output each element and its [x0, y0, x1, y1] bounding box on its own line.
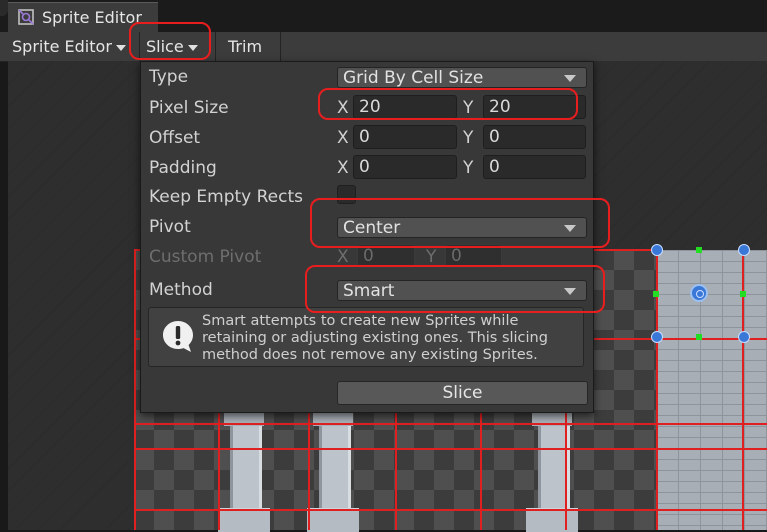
type-value: Grid By Cell Size [343, 68, 484, 88]
sprite-rect-outline [134, 423, 767, 425]
highlight-pixel-size [318, 88, 578, 120]
pillar-base [218, 508, 270, 532]
padding-x-label: X [337, 158, 349, 178]
toolbar-divider [280, 32, 281, 61]
offset-x-label: X [337, 128, 349, 148]
edge-handle[interactable] [696, 334, 702, 340]
type-label: Type [149, 67, 189, 87]
padding-y-input[interactable]: 0 [483, 155, 586, 179]
sprite-rect-outline [134, 509, 767, 511]
pixel-size-label: Pixel Size [149, 98, 229, 118]
method-label: Method [149, 280, 213, 300]
slice-button[interactable]: Slice [337, 381, 588, 405]
offset-x-input[interactable]: 0 [353, 125, 457, 149]
pillar-sprite[interactable] [319, 426, 351, 508]
warning-icon [163, 321, 193, 352]
offset-y-input[interactable]: 0 [483, 125, 586, 149]
mode-label: Sprite Editor [12, 37, 112, 56]
keep-empty-rects-label: Keep Empty Rects [149, 187, 304, 207]
toolbar: Sprite Editor Slice Trim [0, 32, 767, 62]
pillar-base [526, 508, 578, 532]
padding-label: Padding [149, 158, 217, 178]
chevron-down-icon [115, 44, 126, 51]
edge-handle[interactable] [740, 291, 746, 297]
highlight-method [305, 265, 605, 313]
pivot-label: Pivot [149, 217, 191, 237]
title-bar: Sprite Editor [0, 0, 767, 33]
edge-handle[interactable] [653, 291, 659, 297]
sprite-rect-outline [134, 250, 136, 530]
resize-handle[interactable] [738, 244, 750, 256]
trim-label: Trim [228, 37, 263, 56]
sprite-rect-outline [395, 411, 397, 530]
pillar-sprite[interactable] [230, 426, 262, 516]
pillar-base [307, 508, 359, 532]
resize-handle[interactable] [651, 244, 663, 256]
stone-wall-sprite[interactable] [656, 250, 767, 530]
window-title: Sprite Editor [42, 8, 142, 27]
help-box: Smart attempts to create new Sprites whi… [148, 307, 584, 367]
offset-y-label: Y [463, 128, 474, 148]
highlight-pivot [310, 198, 610, 248]
trim-button[interactable]: Trim [228, 32, 262, 61]
resize-handle[interactable] [738, 331, 750, 343]
sprite-rect-outline [308, 411, 310, 530]
edge-handle[interactable] [696, 247, 702, 253]
padding-y-label: Y [463, 158, 474, 178]
padding-x-input[interactable]: 0 [353, 155, 457, 179]
custom-pivot-label: Custom Pivot [149, 247, 262, 267]
sprite-editor-icon [18, 9, 34, 25]
custom-pivot-y-label: Y [426, 247, 437, 267]
sprite-rect-outline [480, 411, 482, 530]
chevron-down-icon [564, 75, 576, 82]
custom-pivot-x-label: X [337, 247, 349, 267]
toolbar-divider [215, 32, 216, 61]
window-corner [0, 0, 8, 16]
sprite-rect-outline [218, 411, 220, 530]
sprite-rect-outline [565, 411, 567, 530]
sprite-editor-mode-dropdown[interactable]: Sprite Editor [12, 32, 126, 61]
offset-label: Offset [149, 128, 201, 148]
type-dropdown[interactable]: Grid By Cell Size [337, 67, 587, 88]
sprite-rect-outline [134, 448, 767, 450]
pivot-handle-icon[interactable] [690, 284, 708, 302]
highlight-slice-menu [129, 22, 211, 60]
resize-handle[interactable] [651, 331, 663, 343]
help-text: Smart attempts to create new Sprites whi… [202, 313, 548, 363]
